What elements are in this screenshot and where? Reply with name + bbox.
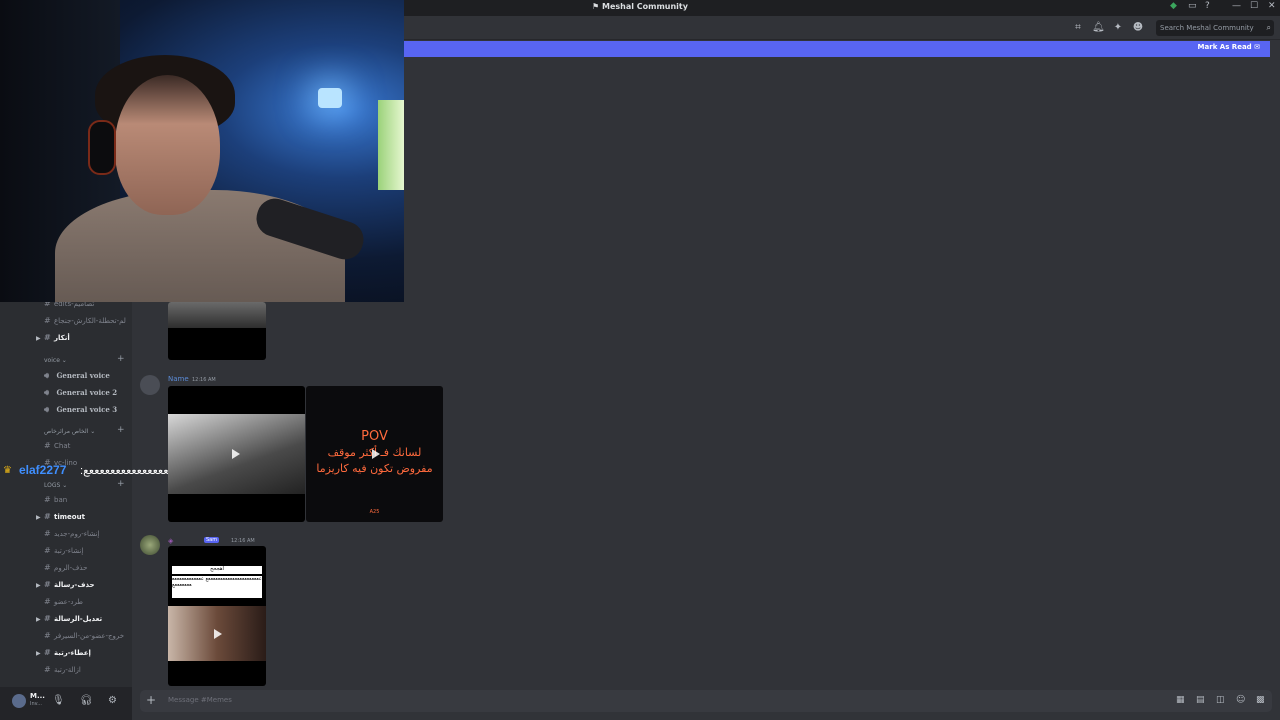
voice-channel[interactable]: 🔊︎ General voice 3 (44, 403, 117, 415)
add-attachment-icon[interactable]: + (146, 693, 156, 707)
category-voice[interactable]: voice ⌄ (44, 357, 67, 364)
add-channel-icon[interactable]: + (117, 354, 125, 364)
video-attachment[interactable] (168, 386, 305, 522)
maximize-button[interactable]: ☐ (1250, 1, 1258, 11)
video-attachment[interactable]: اهجحح ععععععععععععععععععععععع عععععععععع… (168, 546, 266, 686)
overlay-username: elaf2277 (19, 463, 67, 477)
message-timestamp: 12:16 AM (192, 377, 216, 383)
channel-item[interactable]: # إنشاء-روم-جديد (44, 528, 99, 540)
speaker-icon: 🔊︎ (44, 370, 50, 380)
voice-channel[interactable]: 🔊︎ General voice 2 (44, 386, 117, 398)
message-image[interactable] (168, 302, 266, 360)
hash-icon: # (44, 512, 51, 521)
avatar[interactable] (140, 375, 160, 395)
notification-bell-icon[interactable]: 🔔︎ (1092, 22, 1105, 34)
user-status: Inv... (30, 701, 42, 707)
message-timestamp: 12:16 AM (231, 538, 255, 544)
gif-icon[interactable]: ▤ (1196, 695, 1205, 705)
expand-arrow-icon: ▶ (36, 335, 41, 342)
hash-icon: # (44, 580, 51, 589)
add-channel-icon[interactable]: + (117, 425, 125, 435)
help-icon[interactable]: ? (1205, 1, 1210, 11)
hash-icon: # (44, 597, 51, 606)
avatar[interactable] (140, 535, 160, 555)
expand-arrow-icon: ▶ (36, 650, 41, 657)
channel-chat[interactable]: # Chat (44, 440, 70, 452)
channel-item[interactable]: # تعديل-الرسالة (44, 613, 102, 625)
channel-item[interactable]: # ازالة-رتبة (44, 664, 81, 676)
microphone-icon[interactable]: 🎙︎ (52, 695, 65, 706)
channel-item[interactable]: # أنكار (44, 332, 70, 344)
message-composer[interactable]: + Message #Memes ▦ ▤ ◫ ☺ ▩ (140, 690, 1272, 712)
hash-icon: # (44, 441, 51, 450)
new-messages-banner[interactable]: Mark As Read ✉ (404, 41, 1270, 57)
gift-icon[interactable]: ▦ (1176, 695, 1185, 705)
hash-icon: # (44, 316, 51, 325)
play-icon[interactable] (214, 629, 222, 639)
settings-gear-icon[interactable]: ⚙ (108, 695, 117, 706)
hash-icon: # (44, 665, 51, 674)
sticker-icon[interactable]: ◫ (1216, 695, 1225, 705)
channel-item[interactable]: # حذف-رسالة (44, 579, 95, 591)
voice-channel[interactable]: 🔊︎ General voice (44, 369, 110, 381)
message-author[interactable]: Name (168, 375, 189, 383)
message-input[interactable]: Message #Memes (168, 696, 232, 704)
category-private[interactable]: الخاص مرائرخاص ⌄ (44, 428, 95, 435)
headphones-icon[interactable]: 🎧︎ (80, 695, 93, 706)
update-icon[interactable]: ◆ (1170, 1, 1177, 11)
close-button[interactable]: ✕ (1268, 1, 1276, 11)
add-channel-icon[interactable]: + (117, 479, 125, 489)
expand-arrow-icon: ▶ (36, 616, 41, 623)
threads-icon[interactable]: ⌗ (1072, 22, 1084, 34)
hash-icon: # (44, 546, 51, 555)
search-input[interactable]: Search Meshal Community ⌕ (1156, 20, 1274, 36)
crown-icon: ♛ (3, 465, 12, 476)
hash-icon: # (44, 563, 51, 572)
expand-arrow-icon: ▶ (36, 582, 41, 589)
hash-icon: # (44, 614, 51, 623)
play-icon[interactable] (372, 449, 380, 459)
message-author[interactable]: ◈ (168, 537, 173, 545)
members-icon[interactable]: ☻ (1132, 22, 1144, 34)
channel-item[interactable]: # إنشاء-رتبة (44, 545, 83, 557)
channel-item[interactable]: # إعطاء-رتبة (44, 647, 91, 659)
expand-arrow-icon: ▶ (36, 514, 41, 521)
pin-icon[interactable]: ✦ (1112, 22, 1124, 34)
username: M... (30, 692, 45, 700)
channel-item[interactable]: # خروج-عضو-من-السيرفر (44, 630, 124, 642)
channel-item[interactable]: # طرد-عضو (44, 596, 83, 608)
channel-item[interactable]: # لم-تحطلة-الكارش-جنجاع (44, 315, 126, 327)
speaker-icon: 🔊︎ (44, 387, 50, 397)
emoji-icon[interactable]: ☺ (1236, 695, 1245, 705)
hash-icon: # (44, 631, 51, 640)
hash-icon: # (44, 495, 51, 504)
apps-icon[interactable]: ▩ (1256, 695, 1265, 705)
webcam-overlay (0, 0, 404, 302)
user-panel: M... Inv... 🎙︎ 🎧︎ ⚙ (0, 687, 132, 720)
video-attachment[interactable]: POV لسانك فـ أكثر موقف مفروض تكون فيه كا… (306, 386, 443, 522)
category-logs[interactable]: LOGS ⌄ (44, 482, 67, 489)
role-badge: Sam (204, 537, 220, 543)
hash-icon: # (44, 648, 51, 657)
search-icon: ⌕ (1266, 23, 1271, 32)
mark-as-read-button[interactable]: Mark As Read ✉ (1198, 43, 1260, 51)
channel-item[interactable]: # timeout (44, 511, 85, 523)
play-icon[interactable] (232, 449, 240, 459)
inbox-icon[interactable]: ▭ (1188, 1, 1197, 11)
minimize-button[interactable]: — (1232, 1, 1241, 11)
channel-header: ⌗ 🔔︎ ✦ ☻ Search Meshal Community ⌕ (404, 16, 1280, 40)
channel-item[interactable]: # حذف-الروم (44, 562, 87, 574)
hash-icon: # (44, 529, 51, 538)
channel-item[interactable]: # ban (44, 494, 67, 506)
avatar[interactable] (12, 694, 26, 708)
hash-icon: # (44, 333, 51, 342)
speaker-icon: 🔊︎ (44, 404, 50, 414)
